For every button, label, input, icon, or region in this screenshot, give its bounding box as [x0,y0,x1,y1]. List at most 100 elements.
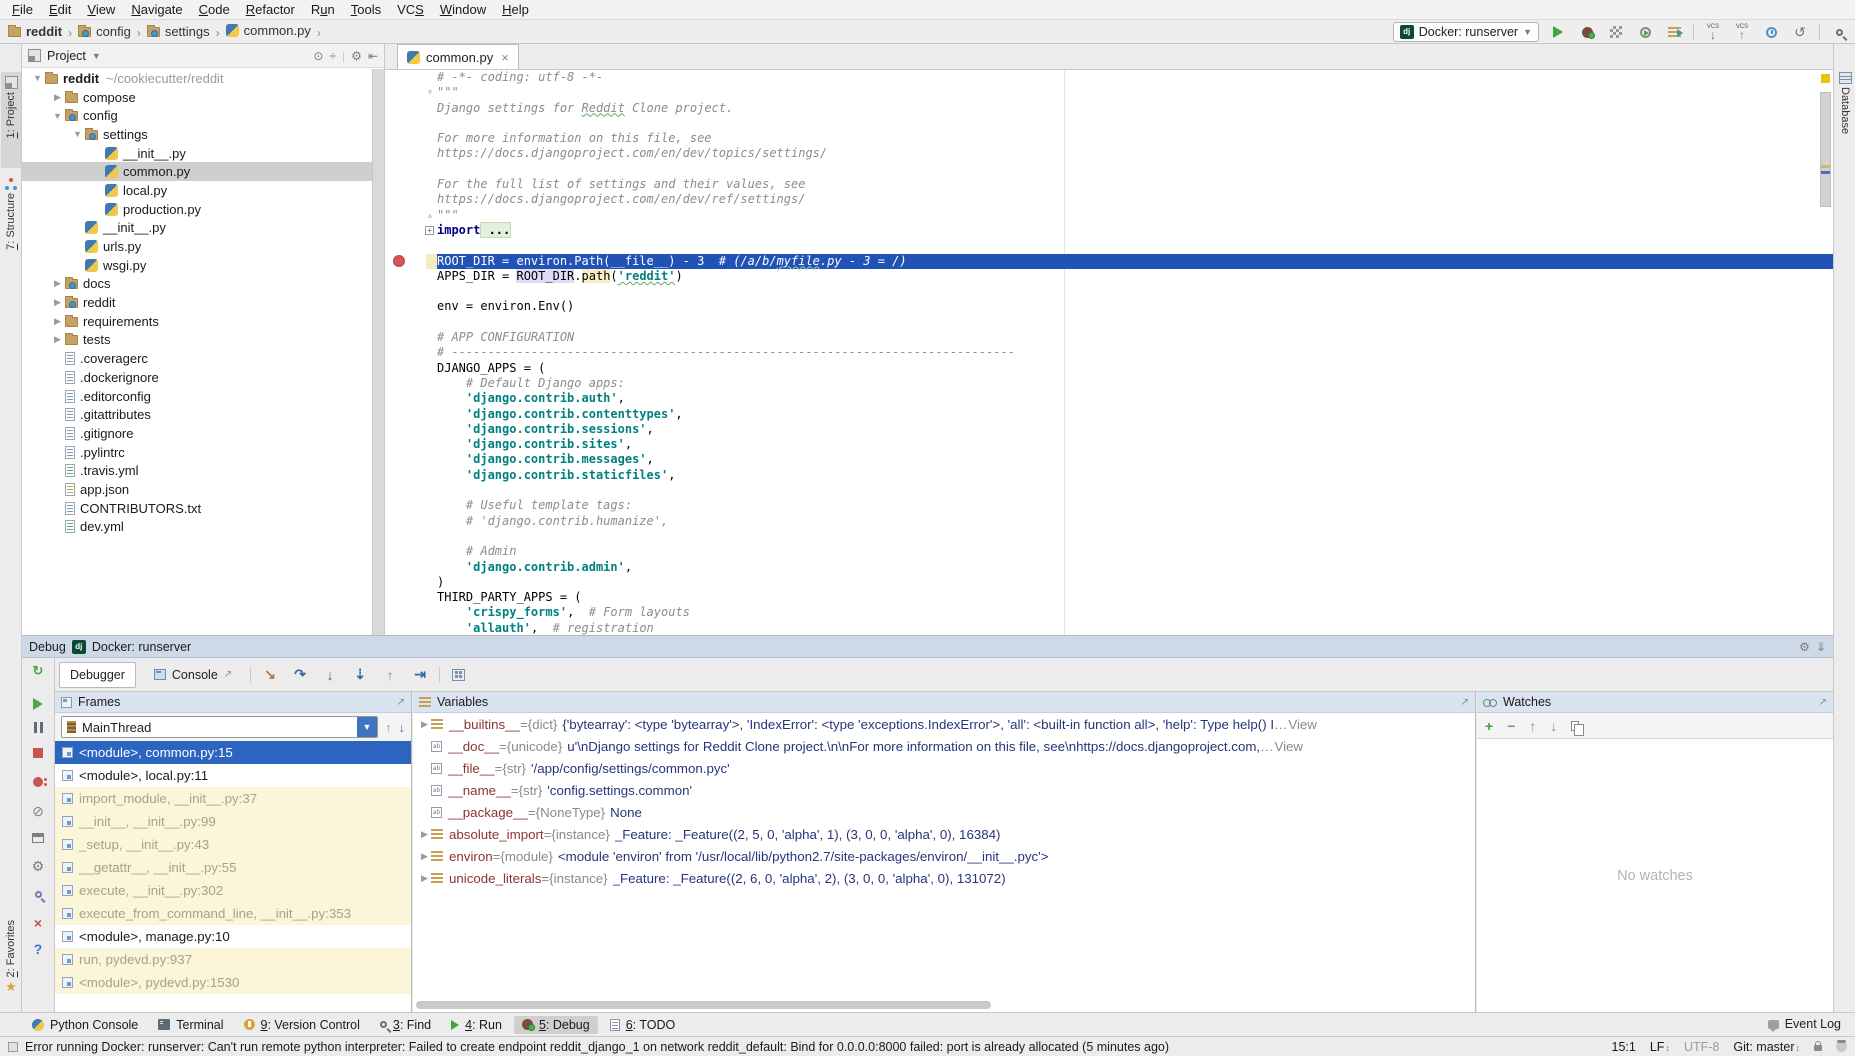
editor-gutter[interactable] [385,284,437,299]
chevron-down-icon[interactable]: ▼ [92,51,101,61]
view-breakpoints-icon[interactable] [22,775,54,790]
hide-panel-icon[interactable]: ⇓ [1816,640,1826,654]
locate-file-icon[interactable]: ⊙ [313,49,323,63]
editor-gutter[interactable] [385,422,437,437]
stop-icon[interactable] [22,746,54,761]
line-ending-widget[interactable]: LF↕ [1650,1040,1670,1054]
profiler-button[interactable] [1635,22,1655,42]
toolwindow-button-terminal[interactable]: Terminal [150,1016,231,1034]
tree-item-wsgi-py[interactable]: wsgi.py [22,256,372,275]
tree-item-production-py[interactable]: production.py [22,200,372,219]
close-icon[interactable]: × [22,915,54,931]
rerun-icon[interactable]: ↻ [22,663,54,679]
menu-navigate[interactable]: Navigate [123,0,190,19]
debug-button[interactable] [1577,22,1597,42]
frame-row[interactable]: __getattr__, __init__.py:55 [55,856,411,879]
variable-row-absolute_import[interactable]: ▶absolute_import = {instance} _Feature: … [413,823,1475,845]
status-icon[interactable] [8,1042,18,1052]
settings-gear-icon[interactable]: ⚙ [22,858,54,875]
close-tab-icon[interactable]: × [501,50,509,65]
editor-gutter[interactable] [385,452,437,467]
tree-item-common-py[interactable]: common.py [22,162,372,181]
tree-item-config[interactable]: ▼config [22,106,372,125]
frame-row[interactable]: import_module, __init__.py:37 [55,787,411,810]
editor-gutter[interactable] [385,391,437,406]
tree-item-compose[interactable]: ▶compose [22,88,372,107]
tree-item-requirements[interactable]: ▶requirements [22,312,372,331]
breakpoint-icon[interactable] [393,255,405,267]
editor-gutter[interactable] [385,162,437,177]
tree-item-dev-yml[interactable]: dev.yml [22,518,372,537]
rollback-button[interactable]: ↺ [1790,22,1810,42]
tab-console[interactable]: Console ↗ [144,662,242,688]
editor-gutter[interactable] [385,315,437,330]
scrollbar-thumb[interactable] [1820,92,1831,207]
tab-common-py[interactable]: common.py × [397,44,519,69]
editor-gutter[interactable] [385,621,437,635]
tree-item--dockerignore[interactable]: .dockerignore [22,368,372,387]
code-editor[interactable]: # -*- coding: utf-8 -*-▿"""Django settin… [385,70,1833,635]
move-down-button[interactable]: ↓ [1550,718,1557,734]
editor-gutter[interactable] [385,192,437,207]
next-frame-button[interactable]: ↓ [399,720,406,735]
thread-select[interactable]: MainThread ▼ [61,716,378,738]
step-over-icon[interactable]: ↷ [289,666,311,683]
variable-row-__name__[interactable]: __name__ = {str} 'config.settings.common… [413,779,1475,801]
fold-expand-icon[interactable]: + [425,226,434,235]
editor-gutter[interactable]: + [385,223,437,238]
tree-item--editorconfig[interactable]: .editorconfig [22,387,372,406]
toolwindow-button-todo[interactable]: 6: TODO [602,1016,684,1034]
tree-item--gitignore[interactable]: .gitignore [22,424,372,443]
project-tree-scrollbar[interactable] [372,69,384,635]
show-execution-point-icon[interactable]: ↘ [259,666,281,683]
gear-icon[interactable]: ⚙ [351,49,362,63]
editor-gutter[interactable] [385,146,437,161]
editor-gutter[interactable] [385,544,437,559]
variables-hscrollbar[interactable] [416,1001,991,1009]
editor-gutter[interactable] [385,529,437,544]
menu-help[interactable]: Help [494,0,537,19]
frame-row[interactable]: <module>, pydevd.py:1530 [55,971,411,994]
tree-collapsed-icon[interactable]: ▶ [50,316,65,327]
editor-gutter[interactable] [385,345,437,360]
remove-watch-button[interactable]: − [1507,718,1515,734]
frame-row[interactable]: execute, __init__.py:302 [55,879,411,902]
editor-scrollbar[interactable] [1818,70,1833,635]
tree-item-tests[interactable]: ▶tests [22,331,372,350]
breadcrumb-item-common-py[interactable]: common.py [226,23,311,38]
menu-refactor[interactable]: Refactor [238,0,303,19]
encoding-widget[interactable]: UTF-8 [1684,1040,1719,1054]
editor-gutter[interactable] [385,254,437,269]
menu-tools[interactable]: Tools [343,0,389,19]
editor-gutter[interactable] [385,269,437,284]
view-link[interactable]: View [1288,717,1317,732]
resume-icon[interactable] [22,698,54,713]
tree-collapsed-icon[interactable]: ▶ [50,92,65,103]
run-button[interactable] [1548,22,1568,42]
add-watch-button[interactable]: + [1485,718,1493,734]
editor-gutter[interactable] [385,560,437,575]
editor-gutter[interactable] [385,116,437,131]
editor-gutter[interactable] [385,330,437,345]
editor-gutter[interactable] [385,361,437,376]
tree-item-docs[interactable]: ▶docs [22,275,372,294]
expand-arrow-icon[interactable]: ▶ [418,719,431,730]
tab-debugger[interactable]: Debugger [59,662,136,688]
frame-row[interactable]: <module>, manage.py:10 [55,925,411,948]
collapse-all-icon[interactable]: ÷ [329,49,336,63]
view-link[interactable]: View [1274,739,1303,754]
menu-code[interactable]: Code [191,0,238,19]
toolwindow-button-debug[interactable]: 5: Debug [514,1016,598,1034]
editor-gutter[interactable] [385,376,437,391]
editor-gutter[interactable] [385,177,437,192]
editor-gutter[interactable] [385,590,437,605]
variable-row-__package__[interactable]: __package__ = {NoneType} None [413,801,1475,823]
tree-expanded-icon[interactable]: ▼ [30,73,45,83]
breadcrumb-item-settings[interactable]: settings [147,24,210,39]
editor-gutter[interactable] [385,131,437,146]
tree-item--coveragerc[interactable]: .coveragerc [22,349,372,368]
editor-gutter[interactable] [385,238,437,253]
copy-icon[interactable] [1571,721,1579,731]
frame-row[interactable]: run, pydevd.py:937 [55,948,411,971]
evaluate-expression-button[interactable] [448,665,468,685]
